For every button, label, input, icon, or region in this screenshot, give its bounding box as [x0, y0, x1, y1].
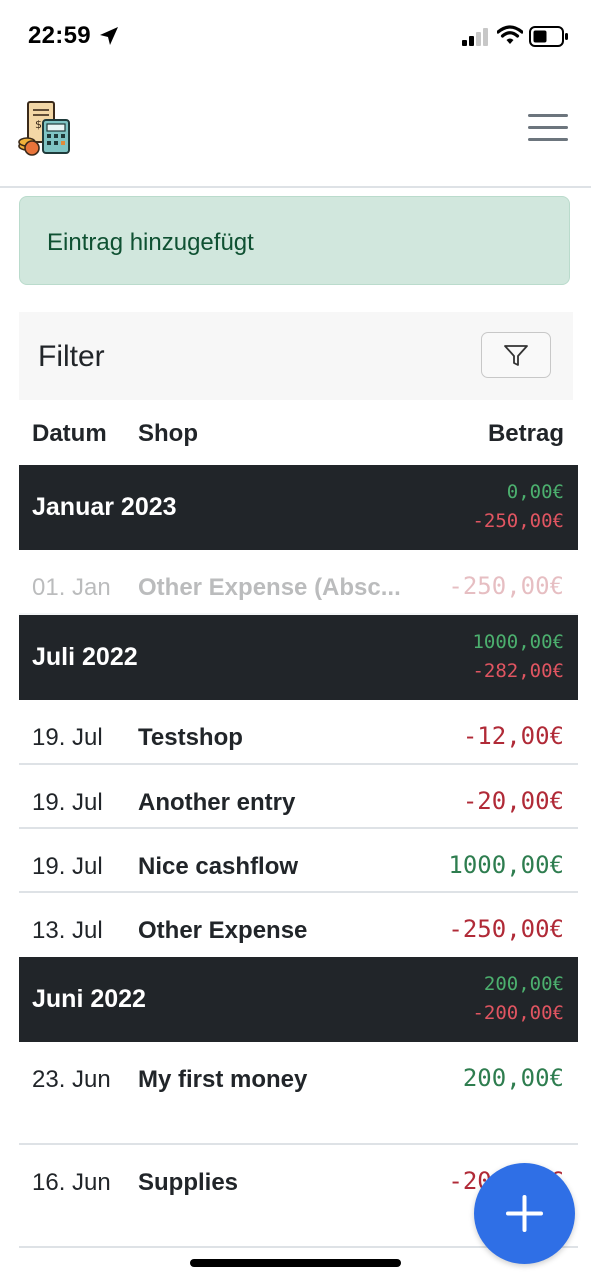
home-indicator — [190, 1259, 401, 1267]
month-income: 200,00€ — [483, 973, 564, 995]
funnel-icon — [504, 345, 528, 366]
month-title: Juni 2022 — [32, 985, 146, 1013]
month-expense: -200,00€ — [472, 1002, 564, 1024]
filter-bar: Filter — [19, 312, 573, 400]
add-entry-button[interactable] — [474, 1163, 575, 1264]
row-amount: -12,00€ — [462, 722, 564, 750]
filter-title: Filter — [38, 340, 105, 373]
month-title: Juli 2022 — [32, 643, 138, 671]
table-row[interactable]: 13. Jul Other Expense -250,00€ — [19, 893, 578, 957]
row-amount: -250,00€ — [448, 915, 564, 943]
row-amount: -20,00€ — [462, 787, 564, 815]
column-header-amount: Betrag — [487, 420, 564, 447]
table-row[interactable]: 19. Jul Another entry -20,00€ — [19, 765, 578, 829]
row-shop: Testshop — [138, 724, 243, 751]
alert-text: Eintrag hinzugefügt — [47, 229, 254, 256]
row-amount: -250,00€ — [448, 572, 564, 600]
status-time: 22:59 — [28, 22, 91, 49]
row-shop: Supplies — [138, 1169, 239, 1196]
column-header-date: Datum — [32, 420, 107, 447]
battery-icon — [529, 26, 568, 47]
row-date: 16. Jun — [32, 1169, 111, 1196]
status-bar: 22:59 — [0, 0, 591, 72]
month-income: 0,00€ — [506, 481, 564, 503]
row-shop: My first money — [138, 1066, 308, 1093]
wifi-icon — [497, 25, 523, 44]
success-alert: Eintrag hinzugefügt — [19, 196, 570, 285]
row-shop: Other Expense — [138, 917, 308, 944]
row-date: 01. Jan — [32, 574, 111, 601]
month-income: 1000,00€ — [472, 631, 564, 653]
row-date: 19. Jul — [32, 789, 103, 816]
row-shop: Another entry — [138, 789, 296, 816]
month-title: Januar 2023 — [32, 493, 177, 521]
filter-button[interactable] — [481, 332, 551, 378]
month-group-header: Juli 2022 1000,00€ -282,00€ — [19, 615, 578, 700]
month-group-header: Januar 2023 0,00€ -250,00€ — [19, 465, 578, 550]
hamburger-menu-icon[interactable] — [522, 108, 574, 148]
row-shop: Other Expense (Absc... — [138, 574, 401, 601]
row-date: 23. Jun — [32, 1066, 111, 1093]
row-amount: 1000,00€ — [448, 851, 564, 879]
month-expense: -282,00€ — [472, 660, 564, 682]
column-header-shop: Shop — [138, 420, 198, 447]
row-amount: 200,00€ — [462, 1064, 564, 1092]
calculator-coins-icon[interactable]: $ — [18, 100, 72, 156]
row-date: 13. Jul — [32, 917, 103, 944]
table-header: Datum Shop Betrag — [19, 400, 578, 464]
plus-icon — [506, 1195, 543, 1232]
month-group-header: Juni 2022 200,00€ -200,00€ — [19, 957, 578, 1042]
month-expense: -250,00€ — [472, 510, 564, 532]
row-shop: Nice cashflow — [138, 853, 299, 880]
table-row[interactable]: 19. Jul Nice cashflow 1000,00€ — [19, 829, 578, 893]
table-row[interactable]: 19. Jul Testshop -12,00€ — [19, 700, 578, 765]
row-date: 19. Jul — [32, 724, 103, 751]
signal-icon — [462, 28, 488, 46]
navbar: $ — [0, 72, 591, 188]
svg-text:$: $ — [35, 118, 42, 131]
table-row[interactable]: 01. Jan Other Expense (Absc... -250,00€ — [19, 550, 578, 615]
location-arrow-icon — [100, 27, 118, 45]
row-date: 19. Jul — [32, 853, 103, 880]
table-row[interactable]: 23. Jun My first money 200,00€ — [19, 1042, 578, 1145]
